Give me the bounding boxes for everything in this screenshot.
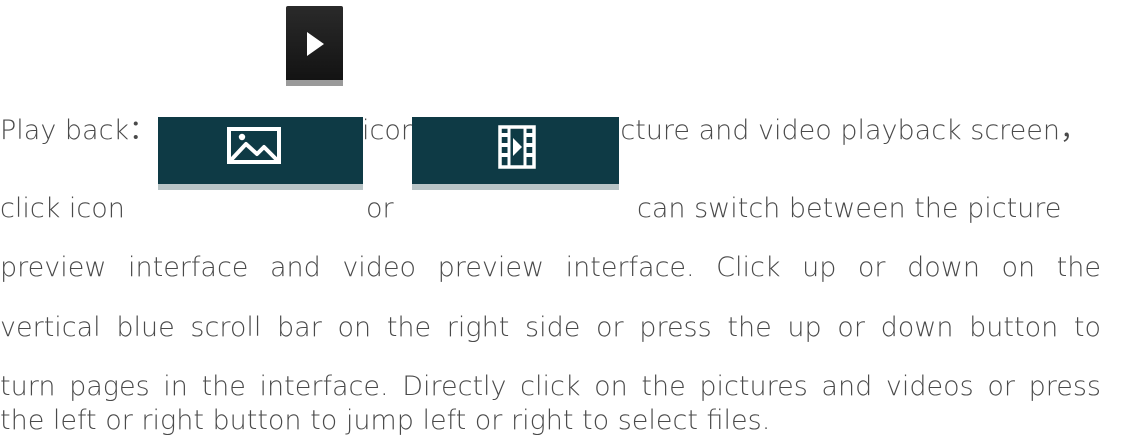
manual-paragraph: Play back： click icon enter to the pictu… — [0, 0, 1126, 437]
line-6: the left or right button to jump left or… — [0, 405, 771, 436]
play-icon[interactable] — [286, 6, 343, 86]
line-2-start: click icon — [0, 193, 125, 224]
video-icon[interactable] — [412, 117, 619, 190]
picture-icon[interactable] — [158, 117, 363, 190]
line-2-end: can switch between the picture — [637, 193, 1062, 224]
line-3: preview interface and video preview inte… — [0, 252, 1101, 283]
line-5: turn pages in the interface. Directly cl… — [0, 371, 1101, 402]
line-2-or: or — [366, 193, 394, 224]
line-4: vertical blue scroll bar on the right si… — [0, 312, 1101, 343]
